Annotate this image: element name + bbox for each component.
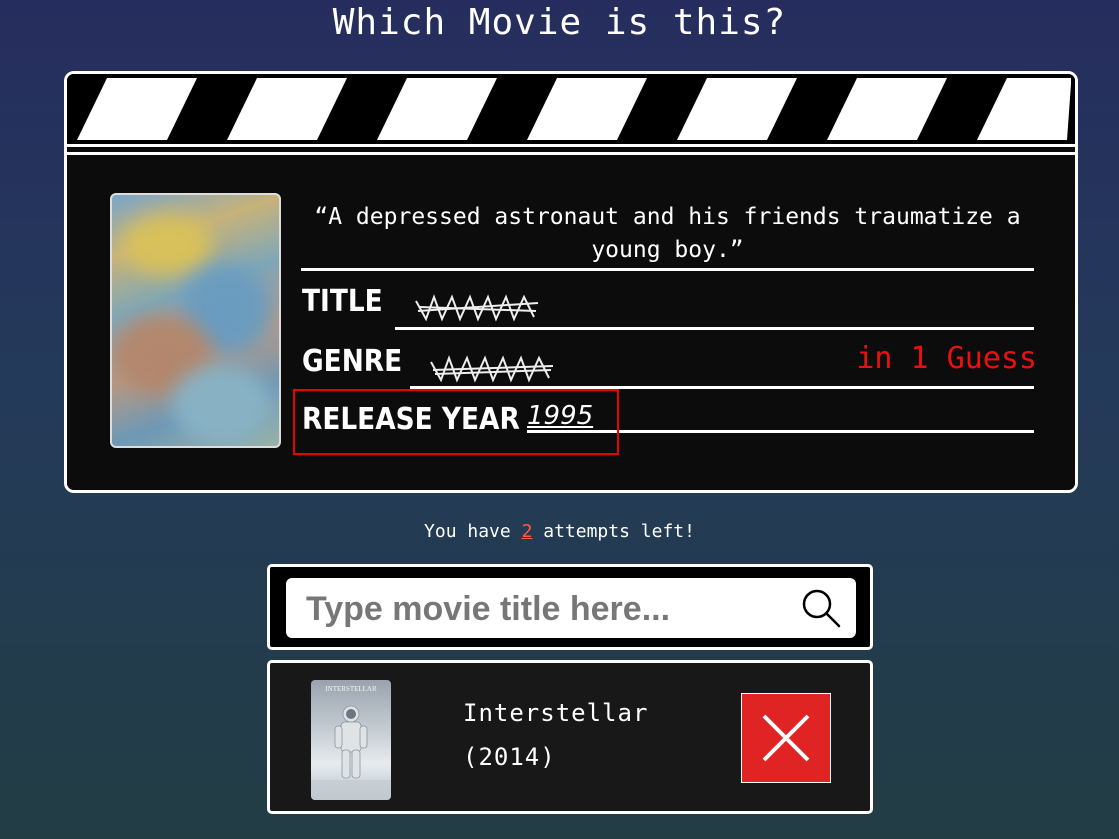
attempts-prefix: You have — [424, 521, 522, 542]
title-redacted-scribble — [415, 294, 539, 322]
release-year-highlight — [293, 389, 619, 455]
result-year: (2014) — [463, 743, 556, 771]
tagline-divider — [301, 268, 1034, 271]
attempts-suffix: attempts left! — [532, 521, 695, 542]
search-icon[interactable] — [800, 587, 842, 629]
search-box — [286, 578, 856, 638]
attempts-remaining: You have 2 attempts left! — [0, 521, 1119, 542]
wrong-guess-badge — [741, 693, 831, 783]
movie-tagline: “A depressed astronaut and his friends t… — [314, 204, 1021, 263]
clapper-stripe-pattern — [67, 74, 1075, 144]
poster-title-text: INTERSTELLAR — [325, 685, 377, 693]
page-title: Which Movie is this? — [332, 2, 787, 43]
search-panel — [267, 564, 873, 650]
attempts-count: 2 — [521, 521, 533, 542]
clapper-stripes — [67, 74, 1075, 147]
guess-count-note: in 1 Guess — [856, 341, 1037, 376]
title-label: TITLE — [302, 284, 383, 319]
title-underline — [395, 327, 1034, 330]
close-icon — [762, 714, 810, 762]
result-poster: INTERSTELLAR — [311, 680, 391, 800]
result-title: Interstellar — [463, 699, 649, 727]
genre-redacted-scribble — [430, 355, 554, 383]
genre-label: GENRE — [302, 344, 403, 379]
blurred-poster — [110, 193, 281, 448]
astronaut-poster-image: INTERSTELLAR — [311, 685, 391, 800]
search-input[interactable] — [304, 586, 788, 632]
guess-result-card: INTERSTELLAR Interstellar (2014) — [267, 660, 873, 814]
